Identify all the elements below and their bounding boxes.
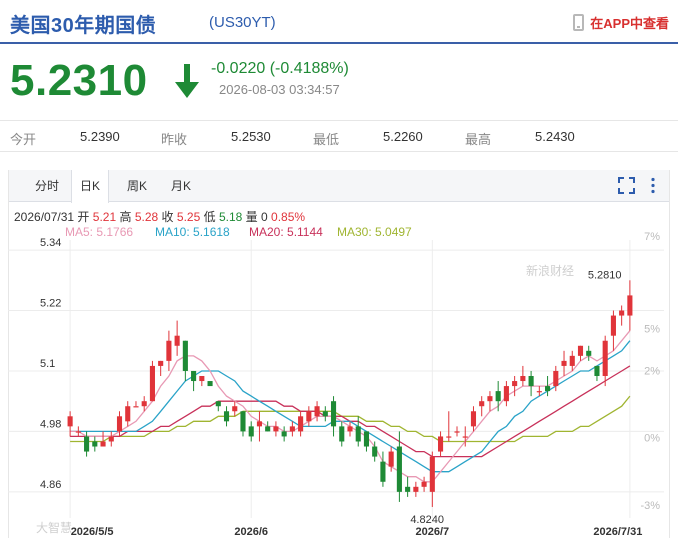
candle-body [487, 396, 493, 402]
candle-body [191, 370, 197, 382]
candle-body [602, 340, 608, 376]
candle-body [330, 401, 337, 427]
y-pct-label: -3% [640, 500, 660, 512]
y-tick-label: 5.34 [40, 237, 61, 249]
bottom-watermark: 大智慧 [36, 521, 73, 535]
kline-chart[interactable]: 5.34 5.22 5.1 4.98 4.86 7% 5% 2% 0% -3% 2026/5/5 20… [0, 0, 678, 538]
candle-body [619, 310, 625, 316]
candle-body [586, 350, 592, 356]
max-price-label: 5.2810 [588, 269, 622, 281]
candle-body [470, 411, 477, 427]
x-tick-label: 2026/7 [415, 526, 449, 538]
candle-body [545, 386, 551, 392]
candle-body [182, 340, 188, 371]
candle-body [298, 416, 304, 432]
candle-body [75, 431, 81, 433]
candle-body [454, 431, 460, 433]
candle-body [396, 446, 402, 492]
y-pct-label: 0% [644, 433, 660, 445]
candle-body [512, 381, 518, 387]
candle-body [610, 315, 616, 336]
candle-body [421, 481, 427, 487]
candle-body [429, 456, 435, 492]
candle-body [503, 386, 509, 402]
candle-body [248, 426, 254, 437]
candle-body [405, 486, 411, 492]
candle-body [413, 486, 419, 492]
candle-body [528, 376, 534, 387]
candle-body [306, 411, 312, 422]
y-tick-label: 5.22 [40, 298, 61, 310]
candle-body [158, 360, 164, 366]
candle-body [108, 436, 114, 442]
y-pct-label: 7% [644, 231, 660, 243]
min-price-label: 4.8240 [410, 514, 444, 526]
candle-body [215, 401, 221, 407]
candle-body [577, 345, 584, 356]
candle-body [223, 411, 230, 422]
candle-body [199, 376, 205, 382]
ma10-line [70, 340, 631, 473]
candle-body [281, 431, 287, 437]
candle-body [256, 421, 263, 427]
candle-body [363, 431, 370, 447]
candle-body [380, 461, 386, 482]
candle-body [265, 426, 271, 432]
candle-body [339, 426, 345, 442]
candle-body [569, 355, 575, 366]
candle-body [240, 411, 246, 432]
candle-body [84, 436, 90, 452]
candle-body [372, 446, 378, 457]
candle-body [520, 376, 526, 382]
x-tick-label: 2026/7/31 [593, 526, 642, 538]
x-tick-label: 2026/5/5 [71, 526, 114, 538]
candle-body [479, 401, 485, 407]
candle-body [446, 436, 452, 438]
candle-body [495, 391, 501, 402]
candle-body [149, 365, 155, 402]
candle-body [314, 406, 320, 417]
candle-body [437, 436, 444, 452]
candle-body [207, 381, 213, 387]
candle-body [355, 426, 361, 442]
candle-body [322, 411, 328, 417]
candle-body [289, 426, 295, 432]
ma5-line [70, 330, 631, 483]
candle-body [133, 406, 139, 408]
x-tick-label: 2026/6 [234, 526, 268, 538]
y-tick-label: 4.98 [40, 418, 61, 430]
candle-body [166, 340, 172, 361]
candle-body [536, 391, 542, 393]
sina-watermark: 新浪财经 [526, 264, 575, 278]
candle-body [92, 441, 98, 447]
candle-body [232, 406, 238, 412]
candle-body [116, 416, 123, 432]
candle-body [553, 370, 559, 387]
y-pct-label: 5% [644, 323, 660, 335]
candle-body [462, 436, 468, 438]
candle-body [67, 416, 73, 427]
candle-body [347, 426, 353, 432]
candle-body [174, 335, 180, 346]
candle-body [125, 406, 131, 422]
candle-body [561, 360, 567, 366]
candle-body [388, 451, 394, 467]
candle-body [100, 441, 106, 447]
y-pct-label: 2% [644, 365, 660, 377]
candle-body [273, 426, 279, 432]
candle-body [594, 365, 600, 376]
y-tick-label: 4.86 [40, 479, 61, 491]
candle-body [141, 401, 147, 407]
candle-body [627, 295, 633, 316]
y-tick-label: 5.1 [40, 358, 55, 370]
